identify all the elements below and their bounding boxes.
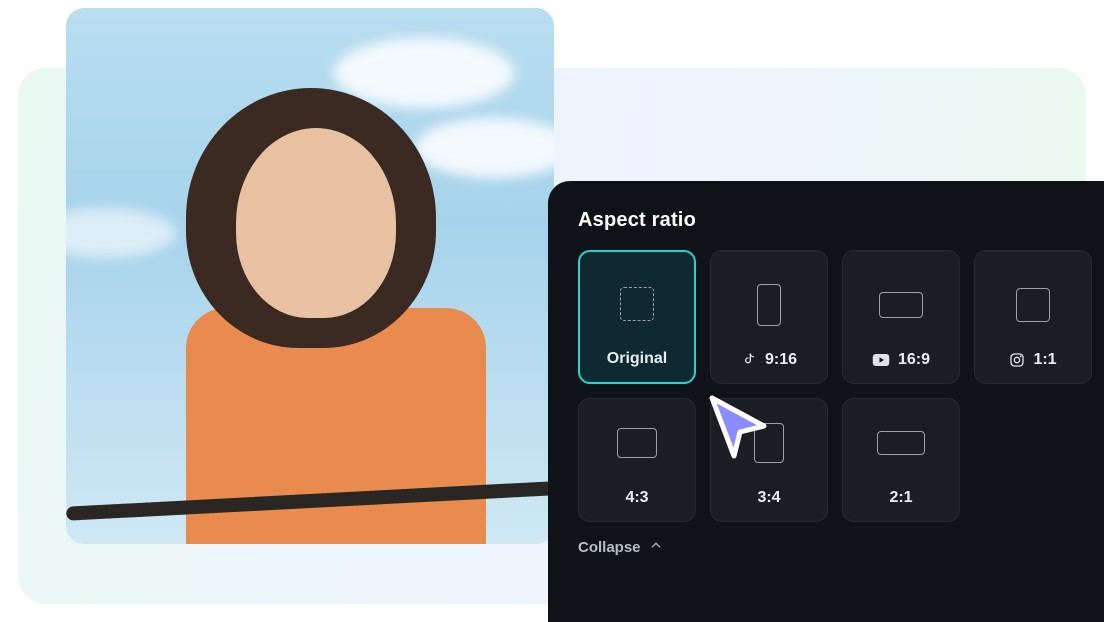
ratio-label: 16:9 — [898, 351, 930, 369]
ratio-shape — [1016, 288, 1050, 322]
aspect-ratio-grid-row1: Original 9:16 — [578, 250, 1078, 384]
ratio-tile-16-9[interactable]: 16:9 — [842, 250, 960, 384]
ratio-shape — [879, 292, 923, 318]
ratio-label: 9:16 — [765, 351, 797, 369]
ratio-shape — [757, 284, 781, 326]
ratio-label: 2:1 — [889, 489, 912, 507]
ratio-tile-original[interactable]: Original — [578, 250, 696, 384]
aspect-ratio-panel: Aspect ratio Original 9:16 — [548, 181, 1104, 622]
collapse-label: Collapse — [578, 539, 641, 556]
ratio-tile-1-1[interactable]: 1:1 — [974, 250, 1092, 384]
ratio-shape — [620, 287, 654, 321]
collapse-button[interactable]: Collapse — [578, 538, 1078, 556]
ratio-tile-9-16[interactable]: 9:16 — [710, 250, 828, 384]
ratio-shape — [617, 428, 657, 458]
ratio-label: 1:1 — [1033, 351, 1056, 369]
instagram-icon — [1009, 352, 1025, 368]
preview-photo — [66, 8, 554, 544]
ratio-tile-2-1[interactable]: 2:1 — [842, 398, 960, 522]
panel-title: Aspect ratio — [578, 209, 1078, 232]
ratio-label: 4:3 — [625, 489, 648, 507]
ratio-label: 3:4 — [757, 489, 780, 507]
tiktok-icon — [741, 352, 757, 368]
youtube-icon — [872, 353, 890, 367]
ratio-tile-4-3[interactable]: 4:3 — [578, 398, 696, 522]
ratio-tile-3-4[interactable]: 3:4 — [710, 398, 828, 522]
ratio-label: Original — [607, 350, 667, 368]
ratio-shape — [877, 431, 925, 455]
aspect-ratio-grid-row2: 4:3 3:4 2:1 — [578, 398, 1078, 522]
chevron-up-icon — [649, 538, 663, 556]
ratio-shape — [754, 423, 784, 463]
